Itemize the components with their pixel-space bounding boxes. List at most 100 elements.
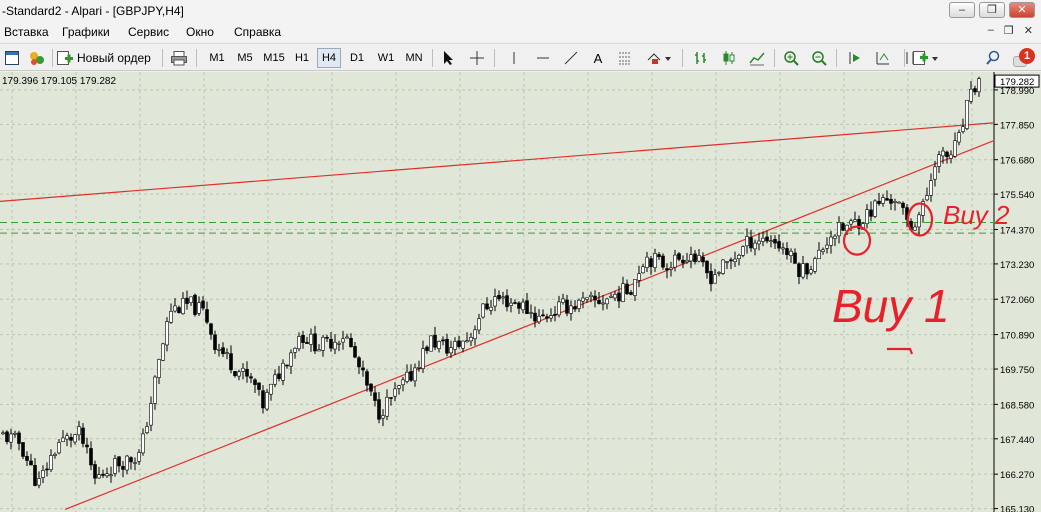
candle-body: [429, 335, 433, 352]
new-chart-icon[interactable]: [2, 48, 22, 68]
candle-body: [245, 369, 249, 377]
candle-body: [937, 154, 941, 167]
candle-body: [657, 254, 661, 258]
candle-body: [45, 468, 49, 471]
mdi-restore-button[interactable]: ❐: [1004, 24, 1014, 37]
chart-window[interactable]: 179.282 178.990 177.850 176.680 175.540 174.3…: [0, 72, 1041, 512]
trendline-icon[interactable]: [560, 48, 582, 68]
candle-body: [705, 260, 709, 274]
price-chart[interactable]: 179.282178.990177.850176.680175.540174.3…: [0, 72, 1041, 512]
close-button[interactable]: ✕: [1009, 2, 1035, 18]
minimize-button[interactable]: –: [949, 2, 975, 18]
candle-body: [457, 340, 461, 347]
candle-body: [85, 444, 89, 448]
candle-body: [521, 301, 525, 311]
menu-bar: Вставка Графики Сервис Окно Справка: [0, 22, 1041, 42]
timeframe-d1[interactable]: D1: [345, 48, 369, 68]
menu-window[interactable]: Окно: [186, 25, 214, 39]
candle-body: [225, 352, 229, 355]
candle-body: [269, 383, 273, 395]
candle-body: [681, 259, 685, 264]
vertical-line-icon[interactable]: [504, 48, 524, 68]
candle-body: [69, 436, 73, 441]
candle-body: [769, 240, 773, 242]
candle-body: [853, 219, 857, 222]
candle-body: [649, 258, 653, 268]
candle-body: [145, 426, 149, 433]
candle-body: [897, 201, 901, 204]
candle-body: [729, 259, 733, 262]
horizontal-line-icon[interactable]: [532, 48, 554, 68]
timeframe-h1[interactable]: H1: [290, 48, 314, 68]
candle-body: [925, 195, 929, 201]
candle-body: [381, 415, 385, 419]
candle-body: [389, 397, 393, 399]
restore-button[interactable]: ❐: [979, 2, 1005, 18]
candle-body: [81, 427, 85, 444]
candle-body: [177, 307, 181, 314]
profiles-icon[interactable]: [26, 48, 48, 68]
candle-body: [793, 252, 797, 264]
candle-body: [669, 267, 673, 270]
new-order-button[interactable]: Новый ордер: [56, 48, 156, 68]
line-chart-icon[interactable]: [746, 48, 768, 68]
candle-body: [105, 473, 109, 477]
notifications-button[interactable]: 1: [1010, 48, 1038, 68]
candle-body: [413, 367, 417, 382]
candle-body: [393, 388, 397, 397]
menu-insert[interactable]: Вставка: [4, 25, 49, 39]
candle-body: [401, 379, 405, 386]
indicators-dropdown-icon[interactable]: [910, 48, 942, 68]
zoom-out-icon[interactable]: [808, 48, 830, 68]
toolbar-separator: [494, 49, 495, 67]
candle-body: [961, 126, 965, 132]
candle-body: [673, 254, 677, 268]
candle-body: [733, 258, 737, 262]
candle-body: [305, 341, 309, 344]
candle-body: [605, 298, 609, 305]
candle-body: [425, 346, 429, 351]
zoom-in-icon[interactable]: [780, 48, 802, 68]
timeframe-m15[interactable]: M15: [260, 48, 288, 68]
candle-body: [777, 241, 781, 249]
candle-body: [745, 236, 749, 247]
mdi-minimize-button[interactable]: –: [988, 24, 994, 37]
menu-help[interactable]: Справка: [234, 25, 281, 39]
cursor-arrow-icon[interactable]: [438, 48, 460, 68]
auto-scroll-icon[interactable]: [844, 48, 866, 68]
text-tool-icon[interactable]: A: [588, 48, 608, 68]
candle-body: [617, 292, 621, 302]
candle-body: [345, 336, 349, 339]
search-icon[interactable]: [982, 48, 1004, 68]
timeframe-m5[interactable]: M5: [232, 48, 258, 68]
objects-dropdown-icon[interactable]: [644, 48, 674, 68]
candle-body: [193, 294, 197, 315]
candle-body: [285, 364, 289, 367]
candle-body: [337, 343, 341, 345]
candlestick-icon[interactable]: [718, 48, 740, 68]
candle-body: [397, 385, 401, 389]
bar-chart-icon[interactable]: [690, 48, 712, 68]
candle-body: [893, 201, 897, 203]
candle-body: [465, 340, 469, 343]
chart-shift-icon[interactable]: [872, 48, 894, 68]
print-icon[interactable]: [168, 48, 190, 68]
timeframe-mn[interactable]: MN: [401, 48, 427, 68]
candle-body: [737, 255, 741, 260]
timeframe-m1[interactable]: M1: [204, 48, 230, 68]
candle-body: [813, 258, 817, 272]
fibonacci-icon[interactable]: [614, 48, 636, 68]
crosshair-icon[interactable]: [466, 48, 488, 68]
candle-body: [333, 341, 337, 350]
candle-body: [173, 305, 177, 312]
menu-tools[interactable]: Сервис: [128, 25, 169, 39]
candle-body: [477, 318, 481, 331]
mdi-close-button[interactable]: ✕: [1024, 24, 1033, 37]
candle-body: [301, 334, 305, 343]
menu-charts[interactable]: Графики: [62, 25, 110, 39]
timeframe-h4[interactable]: H4: [317, 48, 341, 68]
timeframe-w1[interactable]: W1: [373, 48, 399, 68]
candle-body: [313, 333, 317, 352]
candle-body: [185, 297, 189, 304]
candle-body: [341, 338, 345, 343]
